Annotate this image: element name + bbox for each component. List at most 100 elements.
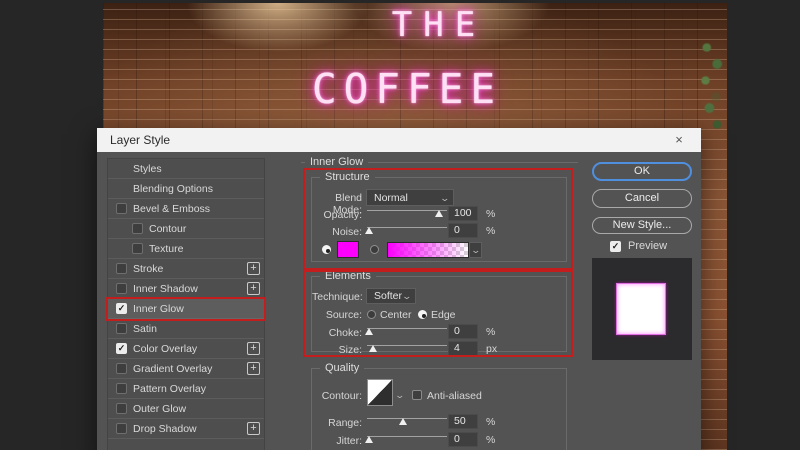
slider-track: [367, 418, 447, 419]
plus-icon[interactable]: +: [247, 362, 260, 375]
slider-thumb[interactable]: [365, 436, 374, 443]
choke-slider[interactable]: [365, 326, 447, 336]
color-radio[interactable]: [322, 245, 331, 254]
elements-legend: Elements: [320, 270, 376, 283]
plus-icon[interactable]: +: [247, 282, 260, 295]
preview-label: Preview: [628, 240, 668, 252]
elements-group: Elements Technique: Softer ⌄ Source: Cen…: [311, 270, 567, 356]
checkbox-checked[interactable]: ✓: [116, 303, 127, 314]
gradient-radio[interactable]: [370, 245, 379, 254]
sidebar-item-color-overlay[interactable]: ✓ Color Overlay +: [108, 339, 264, 359]
sidebar-item-drop-shadow[interactable]: Drop Shadow +: [108, 419, 264, 439]
sidebar-item-label: Inner Shadow: [133, 282, 198, 295]
technique-dropdown[interactable]: Softer ⌄: [366, 288, 416, 304]
new-style-button[interactable]: New Style...: [592, 217, 692, 234]
sidebar-item-label: Pattern Overlay: [133, 382, 206, 395]
noise-unit: %: [486, 225, 496, 237]
choke-value[interactable]: 0: [448, 324, 478, 339]
plus-icon[interactable]: +: [247, 422, 260, 435]
source-center-label[interactable]: Center: [380, 309, 412, 321]
sidebar-item-blending-options[interactable]: Blending Options: [108, 179, 264, 199]
styles-list: Styles Blending Options Bevel & Emboss C…: [107, 158, 265, 450]
checkbox-unchecked[interactable]: [116, 263, 127, 274]
sidebar-item-label: Drop Shadow: [133, 422, 197, 435]
jitter-label: Jitter:: [336, 435, 362, 447]
jitter-value[interactable]: 0: [448, 432, 478, 447]
sidebar-item-pattern-overlay[interactable]: Pattern Overlay: [108, 379, 264, 399]
sidebar-item-satin[interactable]: Satin: [108, 319, 264, 339]
checkbox-unchecked[interactable]: [116, 403, 127, 414]
opacity-label: Opacity:: [323, 209, 362, 221]
slider-thumb[interactable]: [365, 227, 374, 234]
technique-value: Softer: [374, 290, 403, 302]
sidebar-item-inner-shadow[interactable]: Inner Shadow +: [108, 279, 264, 299]
range-value[interactable]: 50: [448, 414, 478, 429]
slider-thumb[interactable]: [399, 418, 407, 425]
cancel-button[interactable]: Cancel: [592, 189, 692, 208]
quality-legend: Quality: [320, 362, 365, 375]
noise-value[interactable]: 0: [448, 223, 478, 238]
range-slider[interactable]: [367, 416, 447, 426]
checkbox-unchecked[interactable]: [116, 423, 127, 434]
slider-thumb[interactable]: [369, 345, 378, 352]
opacity-unit: %: [486, 208, 496, 220]
chevron-down-icon: ⌄: [439, 192, 451, 203]
chevron-down-icon[interactable]: ⌄: [394, 391, 405, 400]
sidebar-item-bevel-emboss[interactable]: Bevel & Emboss: [108, 199, 264, 219]
checkbox-unchecked[interactable]: [132, 223, 143, 234]
slider-thumb[interactable]: [365, 328, 374, 335]
checkbox-unchecked[interactable]: [116, 283, 127, 294]
blend-mode-value: Normal: [374, 191, 408, 204]
size-slider[interactable]: [367, 343, 447, 353]
slider-thumb[interactable]: [435, 210, 443, 217]
sidebar-item-outer-glow[interactable]: Outer Glow: [108, 399, 264, 419]
sidebar-item-stroke[interactable]: Stroke +: [108, 259, 264, 279]
anti-aliased-label[interactable]: Anti-aliased: [427, 390, 482, 402]
checkbox-unchecked[interactable]: [116, 383, 127, 394]
sidebar-item-label: Stroke: [133, 262, 164, 275]
checkbox-unchecked[interactable]: [116, 203, 127, 214]
preview-toggle[interactable]: ✓ Preview: [610, 240, 667, 252]
opacity-slider[interactable]: [367, 208, 447, 218]
plus-icon[interactable]: +: [247, 262, 260, 275]
sidebar-item-styles[interactable]: Styles: [108, 159, 264, 179]
source-center-radio[interactable]: [367, 310, 376, 319]
source-edge-radio[interactable]: [418, 310, 427, 319]
cafe-interior-sliver: [699, 3, 727, 450]
quality-group: Quality Contour: ⌄ Anti-aliased Range: 5…: [311, 362, 567, 450]
sidebar-item-texture[interactable]: Texture: [108, 239, 264, 259]
glow-color-swatch[interactable]: [337, 241, 359, 258]
noise-slider[interactable]: [365, 225, 447, 235]
preview-checkbox-checked[interactable]: ✓: [610, 240, 621, 252]
sidebar-item-contour[interactable]: Contour: [108, 219, 264, 239]
blend-mode-dropdown[interactable]: Normal ⌄: [366, 189, 454, 206]
ok-button[interactable]: OK: [592, 162, 692, 181]
checkbox-unchecked[interactable]: [116, 323, 127, 334]
opacity-value[interactable]: 100: [448, 206, 478, 221]
sidebar-item-gradient-overlay[interactable]: Gradient Overlay +: [108, 359, 264, 379]
plus-icon[interactable]: +: [247, 342, 260, 355]
sidebar-item-label: Texture: [149, 242, 184, 255]
sidebar-item-inner-glow[interactable]: ✓ Inner Glow: [108, 299, 264, 319]
sidebar-item-label: Blending Options: [133, 182, 213, 195]
photoshop-workspace: THE COFFEE Layer Style × Styles Blending…: [0, 0, 800, 450]
close-icon[interactable]: ×: [667, 128, 691, 152]
chevron-down-icon: ⌄: [470, 245, 481, 255]
slider-track: [367, 328, 447, 329]
checkbox-unchecked[interactable]: [132, 243, 143, 254]
slider-track: [367, 436, 447, 437]
source-edge-label[interactable]: Edge: [431, 309, 456, 321]
dialog-titlebar[interactable]: Layer Style ×: [97, 128, 701, 152]
gradient-picker-button[interactable]: ⌄: [469, 242, 482, 258]
plant-image: [699, 31, 725, 141]
checkbox-checked[interactable]: ✓: [116, 343, 127, 354]
size-value[interactable]: 4: [448, 341, 478, 356]
anti-aliased-checkbox[interactable]: [412, 390, 422, 400]
gradient-swatch[interactable]: [387, 242, 469, 258]
chevron-down-icon: ⌄: [401, 291, 413, 301]
contour-picker[interactable]: [367, 379, 393, 406]
jitter-slider[interactable]: [365, 434, 447, 444]
checkbox-unchecked[interactable]: [116, 363, 127, 374]
structure-group: Structure Blend Mode: Normal ⌄ Opacity: …: [311, 171, 567, 262]
range-label: Range:: [328, 417, 362, 429]
